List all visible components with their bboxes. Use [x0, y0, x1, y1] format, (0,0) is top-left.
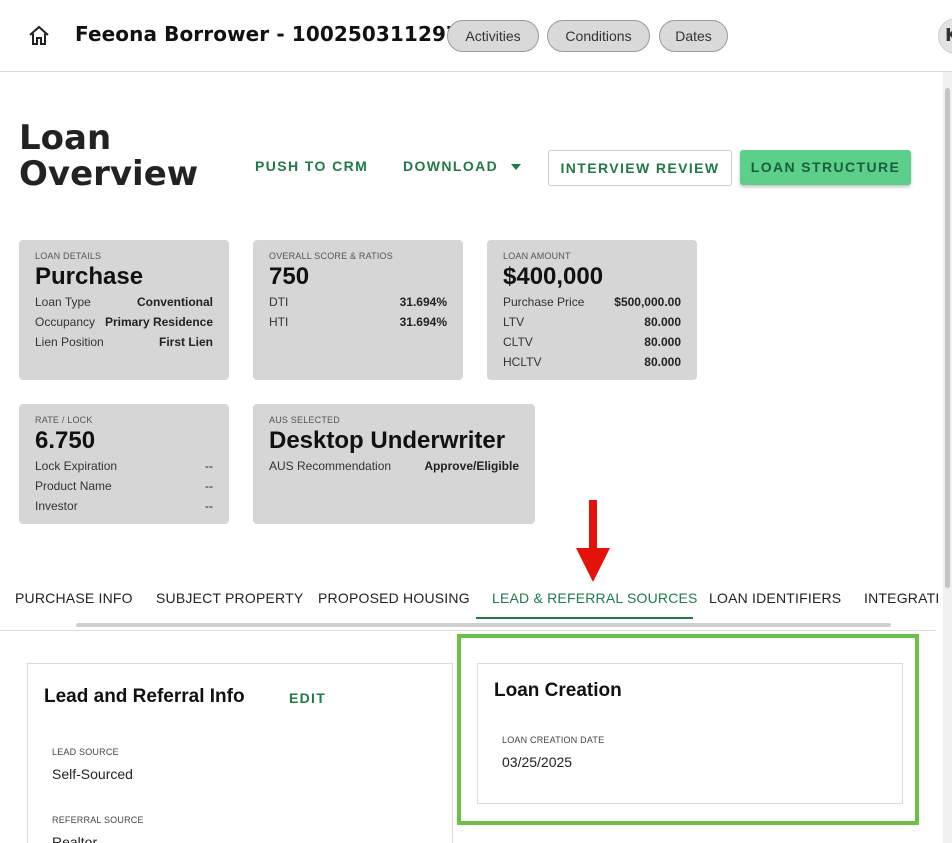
- row-label: Purchase Price: [503, 295, 585, 309]
- tab-integrations[interactable]: INTEGRATI: [864, 590, 939, 606]
- row-label: AUS Recommendation: [269, 459, 392, 473]
- loan-amount-value: $400,000: [503, 263, 604, 290]
- referral-source-label: REFERRAL SOURCE: [52, 815, 144, 825]
- loan-purpose-value: Purchase: [35, 263, 144, 290]
- card-row: Purchase Price $500,000.00: [503, 292, 681, 312]
- row-label: HTI: [269, 315, 289, 329]
- chevron-down-icon[interactable]: [511, 164, 521, 170]
- page-scrollbar[interactable]: [943, 72, 952, 843]
- row-value: Primary Residence: [104, 315, 213, 329]
- card-row: HTI 31.694%: [269, 312, 447, 332]
- aus-selected-card: AUS SELECTED Desktop Underwriter AUS Rec…: [253, 404, 535, 524]
- tab-subject-property[interactable]: SUBJECT PROPERTY: [156, 590, 303, 606]
- row-label: LTV: [503, 315, 525, 329]
- row-value: 31.694%: [399, 315, 447, 329]
- row-value: Conventional: [136, 295, 213, 309]
- annotation-arrow-icon: [576, 500, 610, 582]
- row-value: --: [205, 479, 213, 493]
- rate-value: 6.750: [35, 427, 96, 454]
- edit-button[interactable]: EDIT: [289, 690, 326, 706]
- row-value: 31.694%: [399, 295, 447, 309]
- row-label: DTI: [269, 295, 289, 309]
- page-title-line-2: Overview: [19, 154, 199, 194]
- scrollbar-thumb[interactable]: [945, 88, 950, 588]
- row-value: 80.000: [644, 315, 681, 329]
- page-title: Loan Overview: [19, 120, 198, 192]
- push-to-crm-button[interactable]: PUSH TO CRM: [255, 158, 368, 174]
- card-row: DTI 31.694%: [269, 292, 447, 312]
- interview-review-button[interactable]: INTERVIEW REVIEW: [548, 150, 732, 186]
- card-row: AUS Recommendation Approve/Eligible: [269, 456, 519, 476]
- row-label: Loan Type: [35, 295, 91, 309]
- credit-score-value: 750: [269, 263, 310, 290]
- row-label: Product Name: [35, 479, 112, 493]
- card-row: Lock Expiration --: [35, 456, 213, 476]
- row-value: --: [205, 459, 213, 473]
- lead-source-value: Self-Sourced: [52, 766, 133, 782]
- referral-source-value: Realtor: [52, 834, 98, 843]
- card-label: AUS SELECTED: [269, 415, 340, 425]
- row-label: Investor: [35, 499, 78, 513]
- card-row: HCLTV 80.000: [503, 352, 681, 372]
- loan-structure-button[interactable]: LOAN STRUCTURE: [740, 150, 911, 185]
- card-row: Product Name --: [35, 476, 213, 496]
- card-row: LTV 80.000: [503, 312, 681, 332]
- row-label: Lien Position: [35, 335, 104, 349]
- row-value: First Lien: [158, 335, 213, 349]
- tabs-scrollbar[interactable]: [76, 623, 891, 627]
- row-label: CLTV: [503, 335, 533, 349]
- card-label: OVERALL SCORE & RATIOS: [269, 251, 393, 261]
- lead-referral-title: Lead and Referral Info: [44, 686, 245, 707]
- card-row: Occupancy Primary Residence: [35, 312, 213, 332]
- section-tabs: PURCHASE INFO SUBJECT PROPERTY PROPOSED …: [0, 580, 943, 622]
- borrower-title: Feeona Borrower - 100250311297: [75, 22, 460, 46]
- score-ratios-card: OVERALL SCORE & RATIOS 750 DTI 31.694% HT…: [253, 240, 463, 380]
- row-label: Occupancy: [35, 315, 96, 329]
- tab-lead-referral-sources[interactable]: LEAD & REFERRAL SOURCES: [492, 590, 698, 606]
- row-value: 80.000: [644, 355, 681, 369]
- card-row: Lien Position First Lien: [35, 332, 213, 352]
- conditions-button[interactable]: Conditions: [547, 20, 650, 52]
- aus-value: Desktop Underwriter: [269, 427, 506, 454]
- dates-button[interactable]: Dates: [659, 20, 728, 52]
- top-bar: Feeona Borrower - 100250311297 Activitie…: [0, 0, 952, 72]
- tab-loan-identifiers[interactable]: LOAN IDENTIFIERS: [709, 590, 841, 606]
- loan-amount-card: LOAN AMOUNT $400,000 Purchase Price $500,…: [487, 240, 697, 380]
- card-row: CLTV 80.000: [503, 332, 681, 352]
- download-button[interactable]: DOWNLOAD: [403, 158, 498, 174]
- loan-details-card: LOAN DETAILS Purchase Loan Type Conventio…: [19, 240, 229, 380]
- divider: [0, 630, 936, 631]
- home-icon[interactable]: [26, 24, 52, 48]
- highlight-box: [457, 634, 919, 825]
- row-value: Approve/Eligible: [424, 459, 519, 473]
- row-value: $500,000.00: [614, 295, 681, 309]
- row-value: 80.000: [644, 335, 681, 349]
- card-label: LOAN DETAILS: [35, 251, 102, 261]
- card-row: Loan Type Conventional: [35, 292, 213, 312]
- rate-lock-card: RATE / LOCK 6.750 Lock Expiration -- Prod…: [19, 404, 229, 524]
- card-label: LOAN AMOUNT: [503, 251, 571, 261]
- active-tab-indicator: [476, 617, 693, 619]
- activities-button[interactable]: Activities: [447, 20, 539, 52]
- lead-source-label: LEAD SOURCE: [52, 747, 119, 757]
- page-title-line-1: Loan: [19, 118, 112, 158]
- card-label: RATE / LOCK: [35, 415, 93, 425]
- row-label: Lock Expiration: [35, 459, 118, 473]
- row-label: HCLTV: [503, 355, 542, 369]
- card-row: Investor --: [35, 496, 213, 516]
- row-value: --: [205, 499, 213, 513]
- tab-proposed-housing[interactable]: PROPOSED HOUSING: [318, 590, 470, 606]
- tab-purchase-info[interactable]: PURCHASE INFO: [15, 590, 133, 606]
- avatar[interactable]: K: [938, 18, 952, 54]
